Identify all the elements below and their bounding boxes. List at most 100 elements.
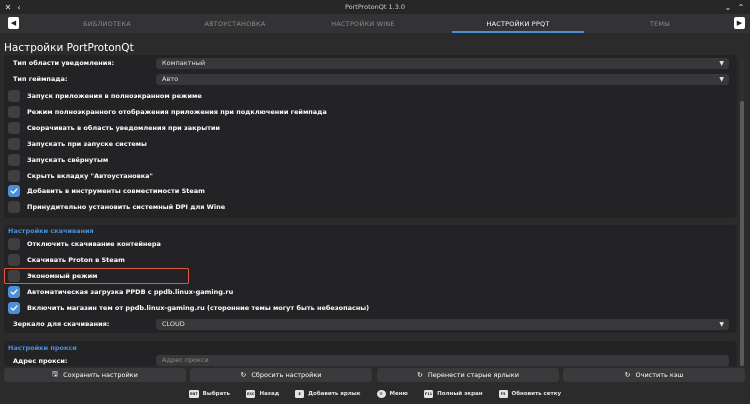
checkbox-label: Включить магазин тем от ppdb.linux-gamin… — [27, 303, 370, 312]
save-settings-label: Сохранить настройки — [63, 371, 138, 379]
checkbox[interactable] — [8, 253, 20, 266]
gamepad-type-value: Авто — [162, 75, 179, 83]
scrollbar-thumb[interactable] — [740, 101, 744, 366]
checkbox[interactable] — [8, 153, 20, 166]
checkbox-label: Скачивать Proton в Steam — [27, 255, 125, 264]
checkbox-label: Сворачивать в область уведомления при за… — [27, 123, 220, 132]
reset-settings-button[interactable]: ↻ Сбросить настройки — [190, 368, 372, 382]
mirror-select[interactable]: CLOUD ▼ — [156, 319, 729, 330]
save-icon: 🖫 — [52, 369, 59, 378]
migrate-shortcuts-button[interactable]: ↻ Перенести старые ярлыки — [377, 368, 559, 382]
hint-add-shortcut: E Добавить ярлык — [295, 390, 361, 398]
checkmark-icon — [10, 289, 18, 295]
chevron-down-icon: ▼ — [719, 321, 724, 328]
clear-cache-label: Очистить кэш — [635, 371, 684, 379]
checkbox[interactable] — [8, 137, 20, 150]
checkbox-label: Отключить скачивание контейнера — [27, 240, 161, 248]
e-key-icon: E — [295, 390, 305, 398]
checkbox-row[interactable]: Включить магазин тем от ppdb.linux-gamin… — [8, 301, 370, 314]
collapse-icon[interactable]: ‹ — [13, 1, 25, 13]
checkbox-row[interactable]: Скачивать Proton в Steam — [8, 253, 125, 266]
tray-type-select[interactable]: Компактный ▼ — [156, 58, 729, 69]
checkbox-label: Режим полноэкранного отображения приложе… — [27, 107, 327, 116]
gamepad-type-select[interactable]: Авто ▼ — [156, 74, 729, 85]
chevron-down-icon: ▼ — [719, 60, 724, 67]
f5-key-icon: F5 — [498, 390, 508, 398]
window-titlebar: ✕ ‹ PortProtonQt 1.3.0 ⌄ ⌃ — [0, 0, 750, 14]
refresh-icon: ↻ — [624, 371, 631, 379]
reset-settings-label: Сбросить настройки — [251, 371, 322, 379]
checkbox-label: Запускать при запуске системы — [27, 139, 147, 148]
proxy-settings-title: Настройки прокси — [8, 344, 77, 352]
save-settings-button[interactable]: 🖫 Сохранить настройки — [4, 368, 186, 382]
hint-label: Назад — [259, 391, 280, 397]
checkbox-checked[interactable] — [8, 285, 20, 298]
escape-key-icon: ESC — [245, 390, 256, 398]
checkbox-row[interactable]: Принудительно установить системный DPI д… — [8, 201, 226, 214]
checkbox-checked[interactable] — [8, 185, 20, 198]
checkbox-label: Скрыть вкладку "Автоустановка" — [27, 171, 153, 180]
checkbox-row[interactable]: Отключить скачивание контейнера — [8, 238, 161, 250]
tab-ppqt-settings[interactable]: НАСТРОЙКИ PPQT — [452, 14, 584, 33]
checkbox-label: Запускать свёрнутым — [27, 155, 109, 164]
hint-label: Добавить ярлык — [308, 391, 361, 397]
checkbox-row[interactable]: Автоматическая загрузка PPDB с ppdb.linu… — [8, 285, 234, 298]
checkbox[interactable] — [8, 201, 20, 214]
checkbox-label: Автоматическая загрузка PPDB с ppdb.linu… — [27, 287, 234, 296]
refresh-icon: ↻ — [417, 371, 423, 379]
hint-menu: ☰ Меню — [376, 390, 408, 398]
clear-cache-button[interactable]: ↻ Очистить кэш — [563, 368, 745, 382]
mirror-value: CLOUD — [162, 320, 185, 328]
gamepad-type-label: Тип геймпада: — [13, 75, 68, 83]
f11-key-icon: F11 — [423, 390, 434, 398]
checkbox-row[interactable]: Скрыть вкладку "Автоустановка" — [8, 169, 153, 182]
tab-themes[interactable]: ТЕМЫ — [584, 14, 736, 33]
proxy-address-input[interactable]: Адрес прокси — [156, 355, 729, 366]
page-title: Настройки PortProtonQt — [4, 42, 134, 54]
checkmark-icon — [10, 305, 18, 311]
hint-label: Полный экран — [437, 391, 483, 397]
checkbox-row[interactable]: Режим полноэкранного отображения приложе… — [8, 105, 327, 118]
tab-autoinstall[interactable]: АВТОУСТАНОВКА — [196, 14, 274, 33]
tray-type-value: Компактный — [162, 59, 206, 67]
checkbox-row[interactable]: Сворачивать в область уведомления при за… — [8, 121, 220, 134]
highlight-box — [4, 268, 189, 284]
window-title: PortProtonQt 1.3.0 — [344, 3, 406, 11]
checkbox-checked[interactable] — [8, 301, 20, 314]
checkbox-row[interactable]: Запускать свёрнутым — [8, 153, 109, 166]
proxy-address-placeholder: Адрес прокси — [162, 356, 209, 364]
checkmark-icon — [10, 188, 18, 195]
tab-wine-settings[interactable]: НАСТРОЙКИ WINE — [274, 14, 452, 33]
maximize-icon[interactable]: ⌃ — [735, 1, 747, 13]
checkbox-row[interactable]: Запуск приложения в полноэкранном режиме — [8, 90, 202, 102]
tab-bar: ◀ БИБЛИОТЕКА АВТОУСТАНОВКА НАСТРОЙКИ WIN… — [0, 14, 750, 33]
mirror-label: Зеркало для скачивания: — [13, 320, 110, 328]
hint-refresh-grid: F5 Обновить сетку — [498, 390, 561, 398]
checkbox[interactable] — [8, 169, 20, 182]
proxy-address-label: Адрес прокси: — [13, 357, 68, 365]
minimize-icon[interactable]: ⌄ — [722, 1, 734, 13]
hint-select: ENT Выбрать — [188, 390, 230, 398]
checkbox[interactable] — [8, 238, 20, 250]
tab-library[interactable]: БИБЛИОТЕКА — [18, 14, 196, 33]
checkbox[interactable] — [8, 105, 20, 118]
refresh-icon: ↻ — [240, 371, 247, 379]
hint-fullscreen: F11 Полный экран — [423, 390, 483, 398]
checkbox[interactable] — [8, 90, 20, 102]
migrate-shortcuts-label: Перенести старые ярлыки — [427, 371, 519, 379]
enter-key-icon: ENT — [188, 390, 199, 398]
checkbox-label: Добавить в инструменты совместимости Ste… — [27, 187, 205, 196]
checkbox-label: Запуск приложения в полноэкранном режиме — [27, 92, 202, 100]
checkbox-label: Принудительно установить системный DPI д… — [27, 203, 226, 212]
tabs-scroll-right-icon[interactable]: ▶ — [734, 17, 745, 29]
chevron-down-icon: ▼ — [719, 76, 724, 83]
menu-key-icon: ☰ — [376, 390, 386, 398]
vertical-scrollbar[interactable] — [740, 61, 744, 366]
hint-back: ESC Назад — [245, 390, 280, 398]
checkbox-row[interactable]: Добавить в инструменты совместимости Ste… — [8, 185, 205, 198]
checkbox[interactable] — [8, 121, 20, 134]
action-bar: 🖫 Сохранить настройки ↻ Сбросить настрой… — [0, 366, 750, 384]
hint-label: Меню — [389, 391, 408, 397]
tray-type-label: Тип области уведомления: — [13, 59, 115, 67]
checkbox-row[interactable]: Запускать при запуске системы — [8, 137, 147, 150]
